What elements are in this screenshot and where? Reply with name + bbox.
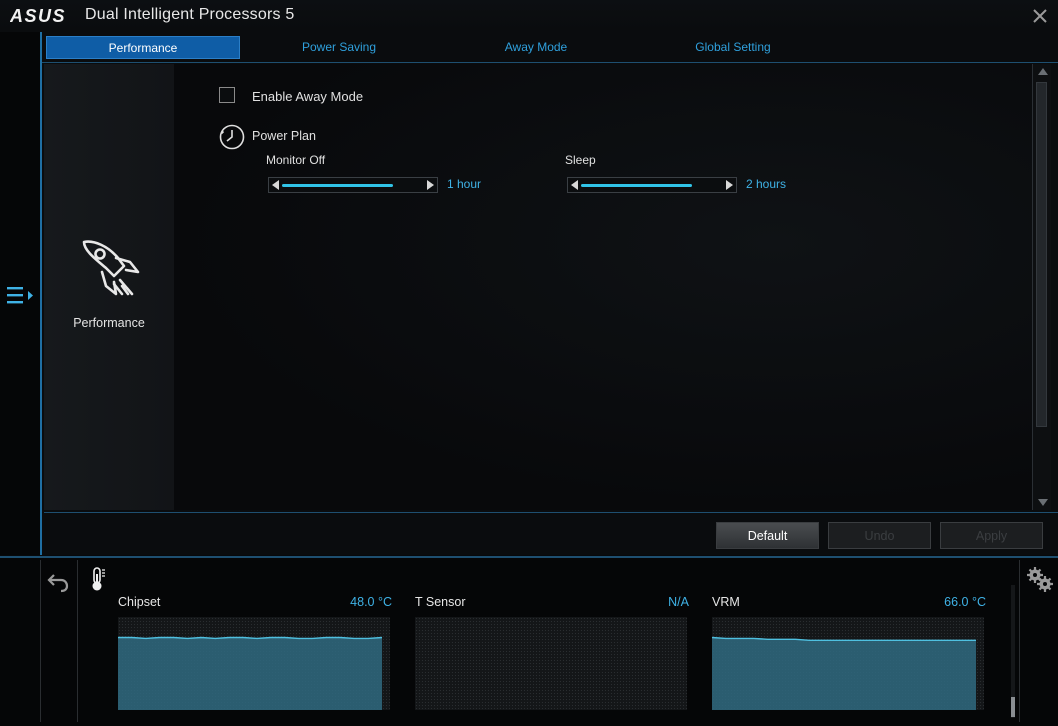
asus-logo: ASUS (10, 6, 66, 26)
undo-button[interactable]: Undo (828, 522, 931, 549)
sleep-slider[interactable] (567, 177, 737, 193)
tab-global-setting[interactable]: Global Setting (636, 36, 830, 59)
tab-power-saving[interactable]: Power Saving (242, 36, 436, 59)
menu-expand-icon[interactable] (4, 283, 38, 309)
enable-away-mode-label: Enable Away Mode (252, 89, 364, 104)
sensor-vrm-graph (712, 617, 984, 710)
content-scrollbar[interactable] (1032, 64, 1051, 510)
sensor-area-chart (118, 636, 382, 710)
slider-left-arrow-icon[interactable] (571, 180, 578, 190)
sensor-line (118, 636, 382, 640)
sleep-title: Sleep (565, 153, 596, 167)
power-plan-label: Power Plan (252, 129, 316, 143)
scrollbar-thumb[interactable] (1011, 697, 1015, 717)
scrollbar-thumb[interactable] (1036, 82, 1047, 427)
monitor-off-slider[interactable] (268, 177, 438, 193)
monitor-scrollbar[interactable] (1011, 585, 1015, 718)
sensor-chipset-value: 48.0 °C (350, 595, 392, 609)
sidebar-label: Performance (73, 316, 145, 330)
slider-track (581, 184, 692, 187)
scroll-up-arrow-icon[interactable] (1038, 68, 1048, 75)
apply-button[interactable]: Apply (940, 522, 1043, 549)
sensor-chipset-graph (118, 617, 390, 710)
sensor-t-sensor-value: N/A (668, 595, 689, 609)
tab-bar: Performance Power Saving Away Mode Globa… (42, 34, 1058, 63)
svg-text:ASUS: ASUS (10, 6, 66, 26)
slider-track (282, 184, 393, 187)
default-button[interactable]: Default (716, 522, 819, 549)
tab-performance[interactable]: Performance (46, 36, 240, 59)
sensor-area-fill (712, 637, 976, 710)
monitor-off-value: 1 hour (447, 177, 482, 191)
divider (44, 512, 1058, 513)
rocket-icon (82, 240, 140, 296)
slider-left-arrow-icon[interactable] (272, 180, 279, 190)
thermometer-icon[interactable] (88, 566, 108, 592)
app-title: Dual Intelligent Processors 5 (85, 6, 295, 23)
scroll-down-arrow-icon[interactable] (1038, 499, 1048, 506)
divider (1019, 560, 1020, 722)
sensor-t-sensor-graph (415, 617, 687, 710)
sensor-chipset-label: Chipset (118, 595, 161, 609)
sleep-value: 2 hours (746, 177, 787, 191)
enable-away-mode-checkbox[interactable] (219, 87, 235, 103)
clock-icon (219, 124, 245, 150)
tab-away-mode[interactable]: Away Mode (439, 36, 633, 59)
sensor-area-fill (118, 637, 382, 710)
slider-right-arrow-icon[interactable] (427, 180, 434, 190)
sensor-t-sensor-label: T Sensor (415, 595, 466, 609)
sensor-area-chart (712, 636, 976, 710)
back-arrow-icon[interactable] (46, 571, 70, 593)
slider-right-arrow-icon[interactable] (726, 180, 733, 190)
monitor-off-title: Monitor Off (266, 153, 326, 167)
sensor-vrm-value: 66.0 °C (944, 595, 986, 609)
close-icon[interactable] (1030, 6, 1050, 26)
sensor-vrm-label: VRM (712, 595, 740, 609)
settings-gear-icon[interactable] (1026, 566, 1054, 592)
